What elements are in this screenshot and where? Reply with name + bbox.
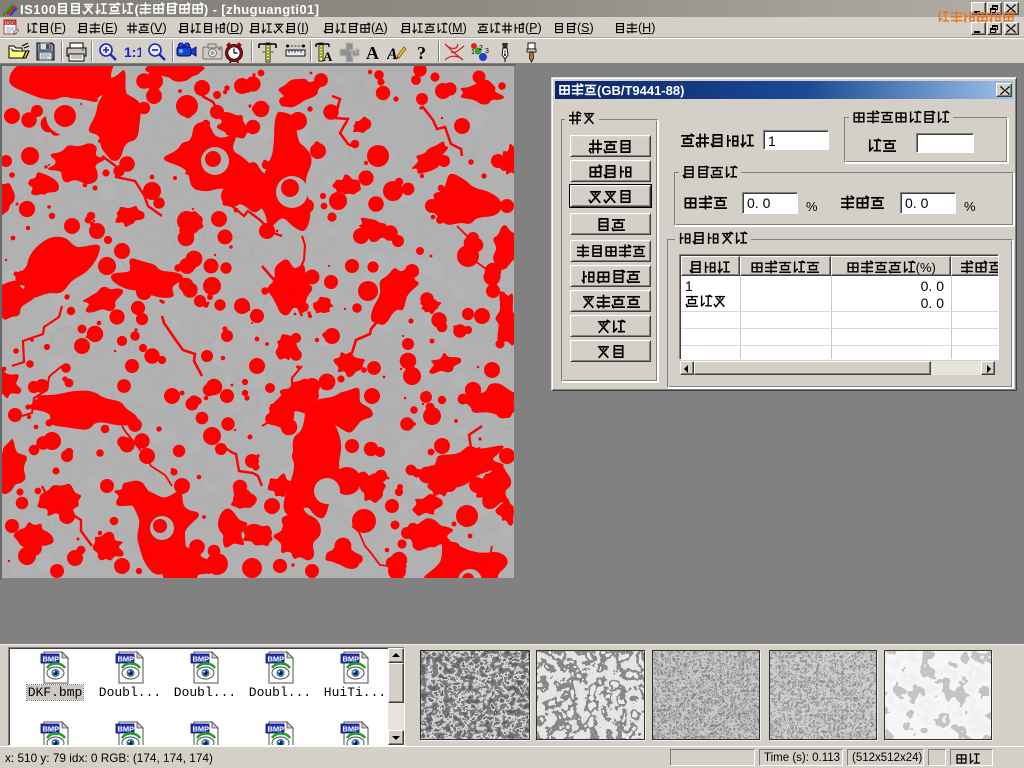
svg-text:2: 2 <box>479 45 483 52</box>
svg-text:?: ? <box>417 43 426 62</box>
svg-text:BMP: BMP <box>268 725 285 734</box>
svg-text:BMP: BMP <box>343 725 360 734</box>
svg-text:BMP: BMP <box>118 655 135 664</box>
svg-text:A: A <box>366 43 379 62</box>
svg-text:3: 3 <box>485 48 489 55</box>
svg-text:1: 1 <box>471 49 475 56</box>
svg-text:BMP: BMP <box>343 655 360 664</box>
svg-text:A: A <box>323 49 333 63</box>
svg-text:BMP: BMP <box>118 725 135 734</box>
svg-text:BMP: BMP <box>43 655 60 664</box>
svg-text:1:1: 1:1 <box>124 44 141 60</box>
svg-text:BMP: BMP <box>268 655 285 664</box>
svg-text:DOC: DOC <box>5 20 15 25</box>
svg-text:BMP: BMP <box>193 725 210 734</box>
svg-text:BMP: BMP <box>43 725 60 734</box>
svg-text:BMP: BMP <box>193 655 210 664</box>
